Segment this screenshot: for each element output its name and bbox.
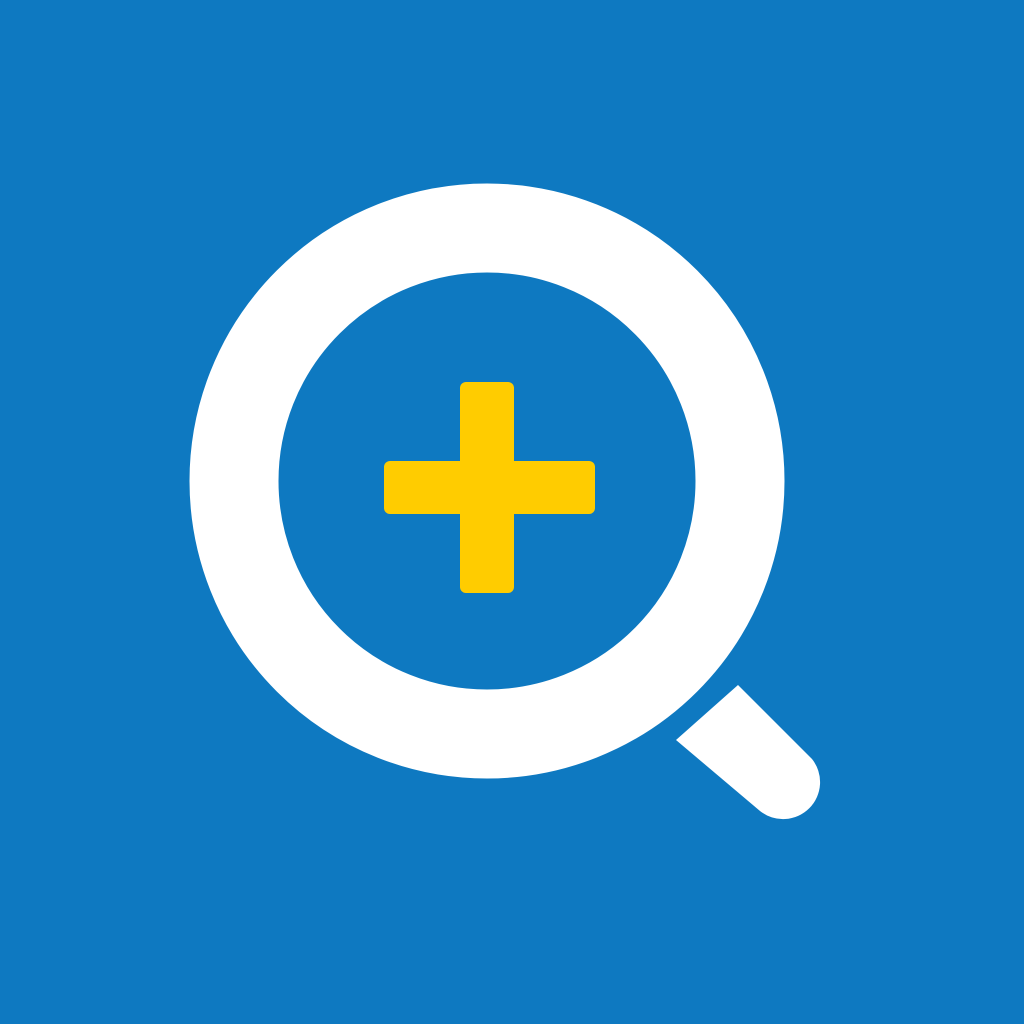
zoom-in-icon <box>0 0 1024 1024</box>
app-icon <box>0 0 1024 1024</box>
plus-horizontal-bar <box>384 461 595 514</box>
